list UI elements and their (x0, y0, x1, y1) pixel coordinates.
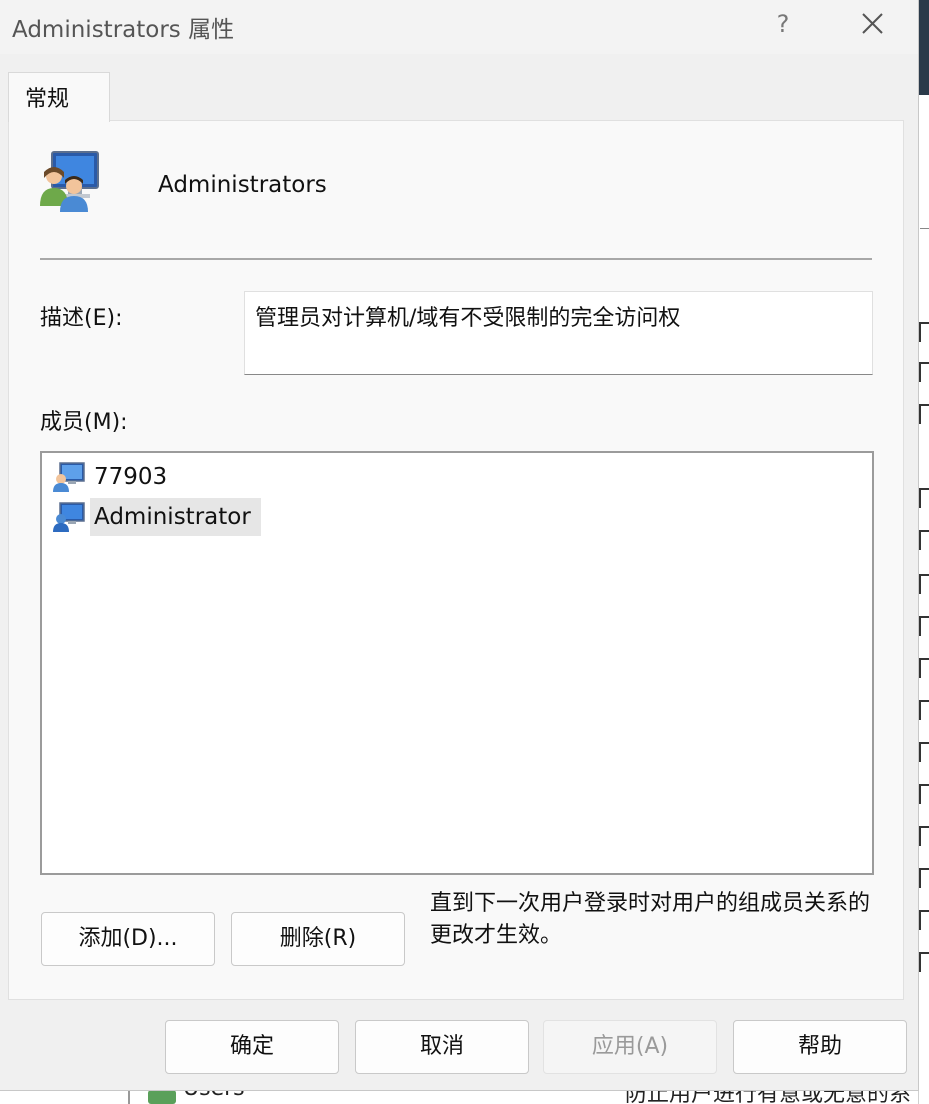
member-item-administrator[interactable]: Administrator (52, 497, 261, 537)
users-group-icon (148, 1090, 176, 1104)
members-label: 成员(M): (40, 410, 128, 435)
add-member-button[interactable]: 添加(D)... (41, 912, 215, 966)
background-text-fragment (919, 616, 929, 636)
background-text-fragment (919, 868, 929, 888)
background-text-fragment (919, 574, 929, 594)
background-text-fragment (919, 362, 929, 382)
group-name: Administrators (158, 172, 327, 198)
header-divider (40, 258, 872, 260)
window-title: Administrators 属性 (12, 17, 235, 43)
members-listbox[interactable]: 77903 Administrator (40, 451, 874, 875)
background-row-description: 防止用户进行有意或无意的系 (625, 1090, 912, 1104)
member-item-77903[interactable]: 77903 (52, 457, 171, 497)
background-window-edge (918, 0, 929, 1104)
cancel-button[interactable]: 取消 (355, 1020, 529, 1074)
background-row-line (920, 228, 929, 229)
remove-member-button[interactable]: 删除(R) (231, 912, 405, 966)
tab-label: 常规 (25, 87, 70, 112)
close-icon (862, 13, 883, 34)
background-list-row: Users 防止用户进行有意或无意的系 (0, 1090, 918, 1104)
background-text-fragment (919, 404, 929, 424)
tab-general[interactable]: 常规 (8, 72, 110, 122)
background-column-line (128, 1090, 130, 1104)
user-group-icon (40, 151, 99, 212)
description-label: 描述(E): (40, 306, 123, 331)
background-text-fragment (919, 700, 929, 720)
background-text-fragment (919, 952, 929, 972)
domain-user-computer-icon (53, 502, 85, 532)
help-question-button[interactable]: ? (768, 6, 798, 42)
background-text-fragment (919, 658, 929, 678)
close-button[interactable] (854, 6, 890, 42)
background-text-fragment (919, 530, 929, 550)
help-button[interactable]: 帮助 (733, 1020, 907, 1074)
background-text-fragment (919, 742, 929, 762)
ok-button[interactable]: 确定 (165, 1020, 339, 1074)
background-text-fragment (919, 826, 929, 846)
local-user-computer-icon (53, 462, 85, 492)
question-icon: ? (776, 10, 790, 38)
title-bar[interactable]: Administrators 属性 ? (0, 0, 918, 54)
background-text-fragment (919, 488, 929, 508)
description-field[interactable]: 管理员对计算机/域有不受限制的完全访问权 (244, 291, 873, 375)
background-text-fragment (919, 322, 929, 342)
background-text-fragment (919, 784, 929, 804)
membership-note: 直到下一次用户登录时对用户的组成员关系的更改才生效。 (430, 891, 871, 948)
properties-dialog: Administrators 属性 ? 常规 Administrators 描述… (0, 0, 919, 1091)
apply-button[interactable]: 应用(A) (543, 1020, 717, 1074)
background-window-header (919, 0, 929, 95)
background-text-fragment (919, 910, 929, 930)
background-row-name: Users (183, 1090, 245, 1101)
member-name: Administrator (90, 498, 261, 536)
member-name: 77903 (94, 464, 168, 490)
